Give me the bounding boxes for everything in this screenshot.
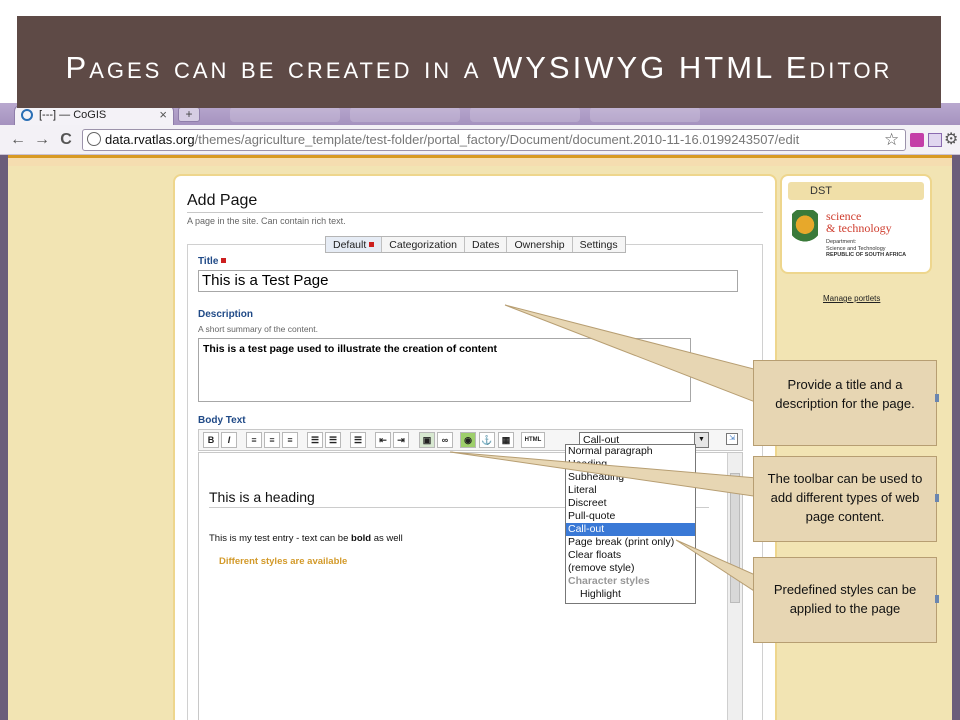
style-option[interactable]: Pull-quote [566,510,695,523]
page-heading: Add Page [187,192,258,209]
italic-button[interactable]: I [221,432,237,448]
definition-list-icon[interactable]: ☰ [350,432,366,448]
reload-icon[interactable]: C [56,130,76,150]
dst-logo-text: science & technology [826,210,892,234]
bullet-list-icon[interactable]: ☰ [325,432,341,448]
style-option[interactable]: (remove style) [566,562,695,575]
insert-link-icon[interactable]: ∞ [437,432,453,448]
editor-callout-text: Different styles are available [219,556,348,567]
required-marker-icon [369,242,375,247]
coat-of-arms-logo [792,210,818,252]
background-tab[interactable] [590,107,700,122]
callout-resize-handle [935,494,939,502]
editor-heading: This is a heading [209,489,315,505]
forward-icon[interactable]: → [32,130,52,150]
slide: [---] — CoGIS × + ← → C data.rvatlas.org… [0,0,960,720]
chevron-down-icon[interactable]: ▼ [694,433,708,447]
para-bold-text: bold [351,533,372,544]
extension-icon[interactable] [928,133,942,147]
globe-icon [87,132,101,146]
address-bar[interactable]: data.rvatlas.org/themes/agriculture_temp… [82,129,906,151]
insert-image-icon[interactable]: ▣ [419,432,435,448]
style-option[interactable]: Call-out [566,523,695,536]
url-path: /themes/agriculture_template/test-folder… [194,132,800,147]
manage-portlets-link[interactable]: Manage portlets [823,294,880,303]
bookmark-star-icon[interactable]: ☆ [884,130,899,150]
tab-ownership[interactable]: Ownership [507,237,573,252]
style-dropdown-list[interactable]: Normal paragraph Heading Subheading Literal… [565,444,696,604]
background-tab[interactable] [470,107,580,122]
callout-toolbar: The toolbar can be used to add different… [753,456,937,542]
description-field[interactable]: This is a test page used to illustrate t… [198,338,691,402]
dept-line: REPUBLIC OF SOUTH AFRICA [826,252,907,258]
style-option: Character styles [568,575,650,587]
slide-title-band: Pages can be created in a WYSIWYG HTML E… [17,16,941,108]
background-tab[interactable] [230,107,340,122]
site-favicon-icon [21,109,33,121]
insert-table-icon[interactable]: ▦ [498,432,514,448]
style-option[interactable]: Clear floats [566,549,695,562]
callout-resize-handle [935,595,939,603]
external-link-icon[interactable]: ◉ [460,432,476,448]
style-option[interactable]: Normal paragraph [566,445,695,458]
callout-styles: Predefined styles can be applied to the … [753,557,937,643]
url-host: data.rvatlas.org [105,132,195,147]
fullscreen-icon[interactable]: ⇲ [726,433,738,445]
dst-department-text: Department: Science and Technology REPUBLI… [826,239,906,259]
outdent-icon[interactable]: ⇤ [375,432,391,448]
tab-default[interactable]: Default [326,237,383,252]
align-left-icon[interactable]: ≡ [246,432,262,448]
extension-icon[interactable] [910,133,924,147]
style-option[interactable]: Heading [566,458,695,471]
html-source-button[interactable]: HTML [521,432,545,448]
description-label: Description [198,309,254,320]
title-input[interactable]: This is a Test Page [198,270,738,292]
style-option[interactable]: Highlight [566,588,695,601]
para-text: This is my test entry - text can be [209,533,352,544]
tab-label: Default [333,239,367,251]
back-icon[interactable]: ← [8,130,28,150]
style-option[interactable]: Literal [566,484,695,497]
edit-tabs: Default Categorization Dates Ownership S… [325,236,626,253]
slide-title: Pages can be created in a WYSIWYG HTML E… [65,50,893,85]
required-marker-icon [221,258,227,263]
editor-paragraph: This is my test entry - text can be bold… [209,533,403,544]
tab-settings[interactable]: Settings [573,237,625,252]
style-option-list: Normal paragraph Heading Subheading Literal… [566,445,695,601]
background-tab[interactable] [350,107,460,122]
logo-line: & technology [826,221,892,235]
dst-portlet: DST science & technology Department: Scien… [780,174,932,274]
portlet-header: DST [788,182,924,200]
close-icon[interactable]: × [159,107,167,122]
scroll-thumb[interactable] [730,473,740,603]
tab-categorization[interactable]: Categorization [382,237,465,252]
title-label: Title [198,256,227,267]
align-center-icon[interactable]: ≡ [264,432,280,448]
indent-icon[interactable]: ⇥ [393,432,409,448]
wrench-icon[interactable]: ⚙ [944,129,958,149]
page-subtitle: A page in the site. Can contain rich tex… [187,216,346,226]
align-right-icon[interactable]: ≡ [282,432,298,448]
divider [187,212,763,213]
style-option[interactable]: Page break (print only) [566,536,695,549]
editor-scrollbar[interactable] [727,453,742,720]
callout-resize-handle [935,394,939,402]
new-tab-button[interactable]: + [178,107,200,122]
para-text-end: as well [371,533,403,544]
anchor-icon[interactable]: ⚓ [479,432,495,448]
tab-dates[interactable]: Dates [465,237,508,252]
tab-title: [---] — CoGIS [39,109,107,121]
callout-title-description: Provide a title and a description for th… [753,360,937,446]
page-top-stripe [8,158,952,166]
browser-toolbar: ← → C data.rvatlas.org/themes/agricultur… [0,125,960,155]
style-option[interactable]: Discreet [566,497,695,510]
bold-button[interactable]: B [203,432,219,448]
body-text-label: Body Text [198,415,246,426]
title-label-text: Title [198,256,219,267]
numbered-list-icon[interactable]: ☰ [307,432,323,448]
description-help: A short summary of the content. [198,324,319,334]
browser-tab[interactable]: [---] — CoGIS × [14,105,174,125]
style-option[interactable]: Subheading [566,471,695,484]
